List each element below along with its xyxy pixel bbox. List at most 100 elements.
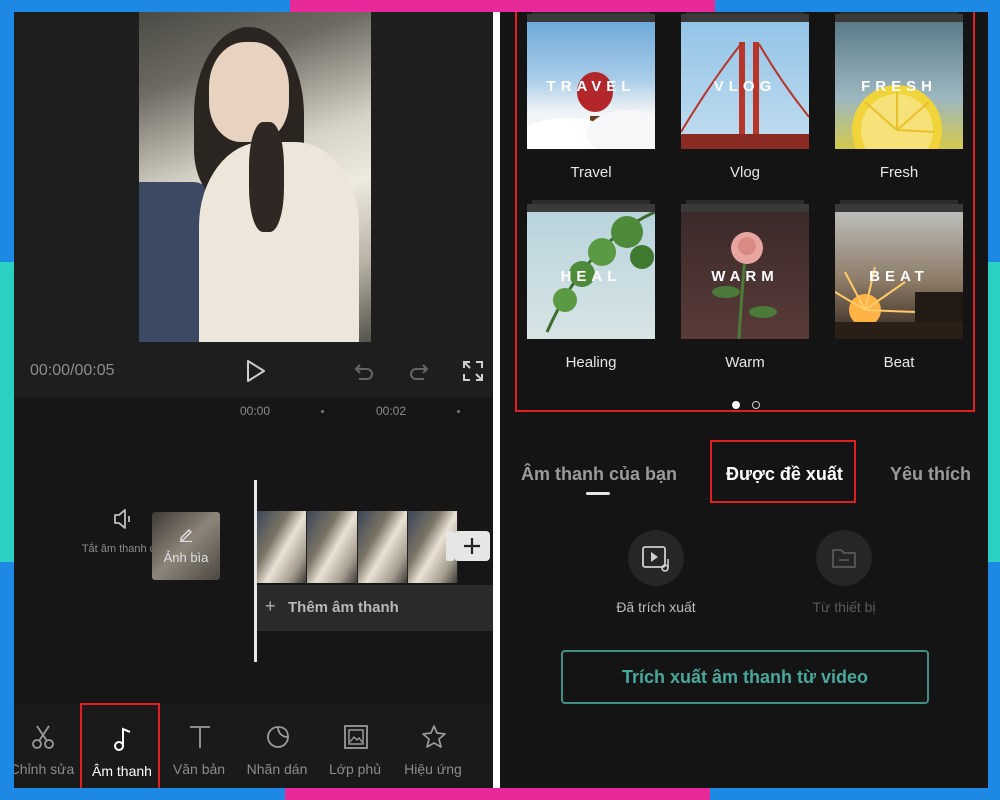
tab-your-audio[interactable]: Âm thanh của bạn xyxy=(521,464,677,485)
overlay-icon xyxy=(344,725,368,749)
template-name: Healing xyxy=(565,354,617,371)
extract-audio-label: Trích xuất âm thanh từ video xyxy=(621,667,869,687)
tab-underline xyxy=(586,492,610,495)
bottom-toolbar: Chỉnh sửa Âm thanh Văn bản Nhãn dán Lớp … xyxy=(14,703,493,788)
fullscreen-button[interactable] xyxy=(461,359,485,383)
from-device-label: Từ thiết bị xyxy=(812,599,876,615)
play-button[interactable] xyxy=(242,358,268,384)
frame-top-left xyxy=(0,0,290,12)
video-preview[interactable] xyxy=(139,12,371,342)
template-thumbnail: WARM xyxy=(681,212,809,339)
redo-icon xyxy=(410,364,429,380)
template-name: Vlog xyxy=(729,164,761,181)
template-thumbnail: BEAT xyxy=(835,212,963,339)
tick-label: 00:00 xyxy=(240,404,271,418)
stack-edge xyxy=(527,204,655,212)
plus-icon xyxy=(464,538,480,554)
template-thumbnail: HEAL xyxy=(527,212,655,339)
effects-icon xyxy=(422,725,446,748)
stack-edge xyxy=(681,14,809,22)
tool-label: Chỉnh sửa xyxy=(14,761,75,777)
music-note-icon xyxy=(114,727,131,751)
tick-dot xyxy=(321,410,324,413)
tick-label: 00:02 xyxy=(376,404,407,418)
frame-top-right xyxy=(715,0,1000,12)
frame-right-middle xyxy=(988,262,1000,562)
preview-area: 00:00/00:05 xyxy=(14,12,493,397)
stack-edge xyxy=(835,14,963,22)
play-icon xyxy=(247,360,265,382)
stack-edge xyxy=(681,204,809,212)
tab-recommended[interactable]: Được đề xuất xyxy=(726,464,843,485)
frame-left-top xyxy=(0,0,14,262)
tool-label: Âm thanh xyxy=(92,763,152,779)
tool-overlay[interactable]: Lớp phủ xyxy=(315,703,395,788)
template-name: Warm xyxy=(725,354,765,371)
frame-bottom-left xyxy=(0,788,285,800)
clip-frame xyxy=(257,511,308,583)
tool-audio[interactable]: Âm thanh xyxy=(80,703,160,788)
clip-trim-handle[interactable] xyxy=(446,531,454,561)
cover-label: Ảnh bìa xyxy=(163,550,209,565)
stack-edge xyxy=(835,204,963,212)
tool-text[interactable]: Văn bản xyxy=(159,703,239,788)
tool-sticker[interactable]: Nhãn dán xyxy=(237,703,317,788)
tick-dot xyxy=(457,410,460,413)
undo-icon xyxy=(354,364,373,380)
extracted-button[interactable] xyxy=(628,530,684,586)
tool-edit[interactable]: Chỉnh sửa xyxy=(14,703,82,788)
extracted-label: Đã trích xuất xyxy=(616,599,696,615)
from-device-button[interactable] xyxy=(816,530,872,586)
template-word: HEAL xyxy=(560,268,622,285)
template-word: FRESH xyxy=(861,78,937,95)
frame-bottom-middle xyxy=(285,788,710,800)
sticker-icon xyxy=(267,726,289,748)
page-dot[interactable] xyxy=(752,401,760,409)
template-word: WARM xyxy=(711,268,779,285)
frame-right-top xyxy=(988,0,1000,262)
frame-left-bottom xyxy=(0,562,14,800)
frame-bottom-right xyxy=(710,788,1000,800)
edit-pencil-icon xyxy=(180,529,192,542)
video-clip-track[interactable] xyxy=(257,511,458,583)
template-thumbnail: FRESH xyxy=(835,22,963,149)
add-clip-button[interactable] xyxy=(454,531,490,561)
extract-audio-button[interactable]: Trích xuất âm thanh từ video xyxy=(561,650,929,704)
add-audio-label: Thêm âm thanh xyxy=(288,599,399,616)
template-thumbnail: TRAVEL xyxy=(527,22,655,149)
redo-button[interactable] xyxy=(407,360,431,384)
folder-icon xyxy=(832,549,856,568)
time-display: 00:00/00:05 xyxy=(30,362,115,379)
playhead[interactable] xyxy=(254,480,257,662)
frame-right-bottom xyxy=(988,562,1000,800)
stack-edge xyxy=(527,14,655,22)
clip-frame xyxy=(357,511,408,583)
template-thumbnail: VLOG xyxy=(681,22,809,149)
tool-label: Văn bản xyxy=(172,761,226,777)
plus-icon: + xyxy=(265,596,276,616)
panel-divider xyxy=(493,12,500,788)
fullscreen-icon xyxy=(463,361,483,381)
scissors-icon xyxy=(32,725,54,749)
text-icon xyxy=(190,726,210,748)
template-name: Travel xyxy=(570,164,612,181)
template-word: TRAVEL xyxy=(546,78,636,95)
speaker-icon xyxy=(114,509,130,529)
template-word: BEAT xyxy=(869,268,929,285)
frame-top-middle xyxy=(290,0,715,12)
editor-screen: 00:00/00:05 00:00 00:02 Tắt âm thanh cli… xyxy=(14,12,493,788)
undo-button[interactable] xyxy=(352,360,376,384)
audio-screen: TRAVEL Travel VLOG Vlog FRESH Fresh HEAL… xyxy=(500,12,988,788)
preview-shape xyxy=(249,122,284,232)
page-indicator xyxy=(726,396,766,414)
tool-effects[interactable]: Hiệu ứng xyxy=(393,703,473,788)
cover-button[interactable]: Ảnh bìa xyxy=(152,512,220,580)
tool-label: Hiệu ứng xyxy=(404,761,462,777)
timeline[interactable]: 00:00 00:02 Tắt âm thanh clip Ảnh bìa + … xyxy=(14,398,493,703)
page-dot-active[interactable] xyxy=(732,401,740,409)
frame-left-middle xyxy=(0,262,14,562)
add-audio-button[interactable]: + Thêm âm thanh xyxy=(257,585,493,631)
template-word: VLOG xyxy=(713,78,777,95)
template-name: Fresh xyxy=(879,164,919,181)
tab-favorites[interactable]: Yêu thích xyxy=(890,464,971,485)
